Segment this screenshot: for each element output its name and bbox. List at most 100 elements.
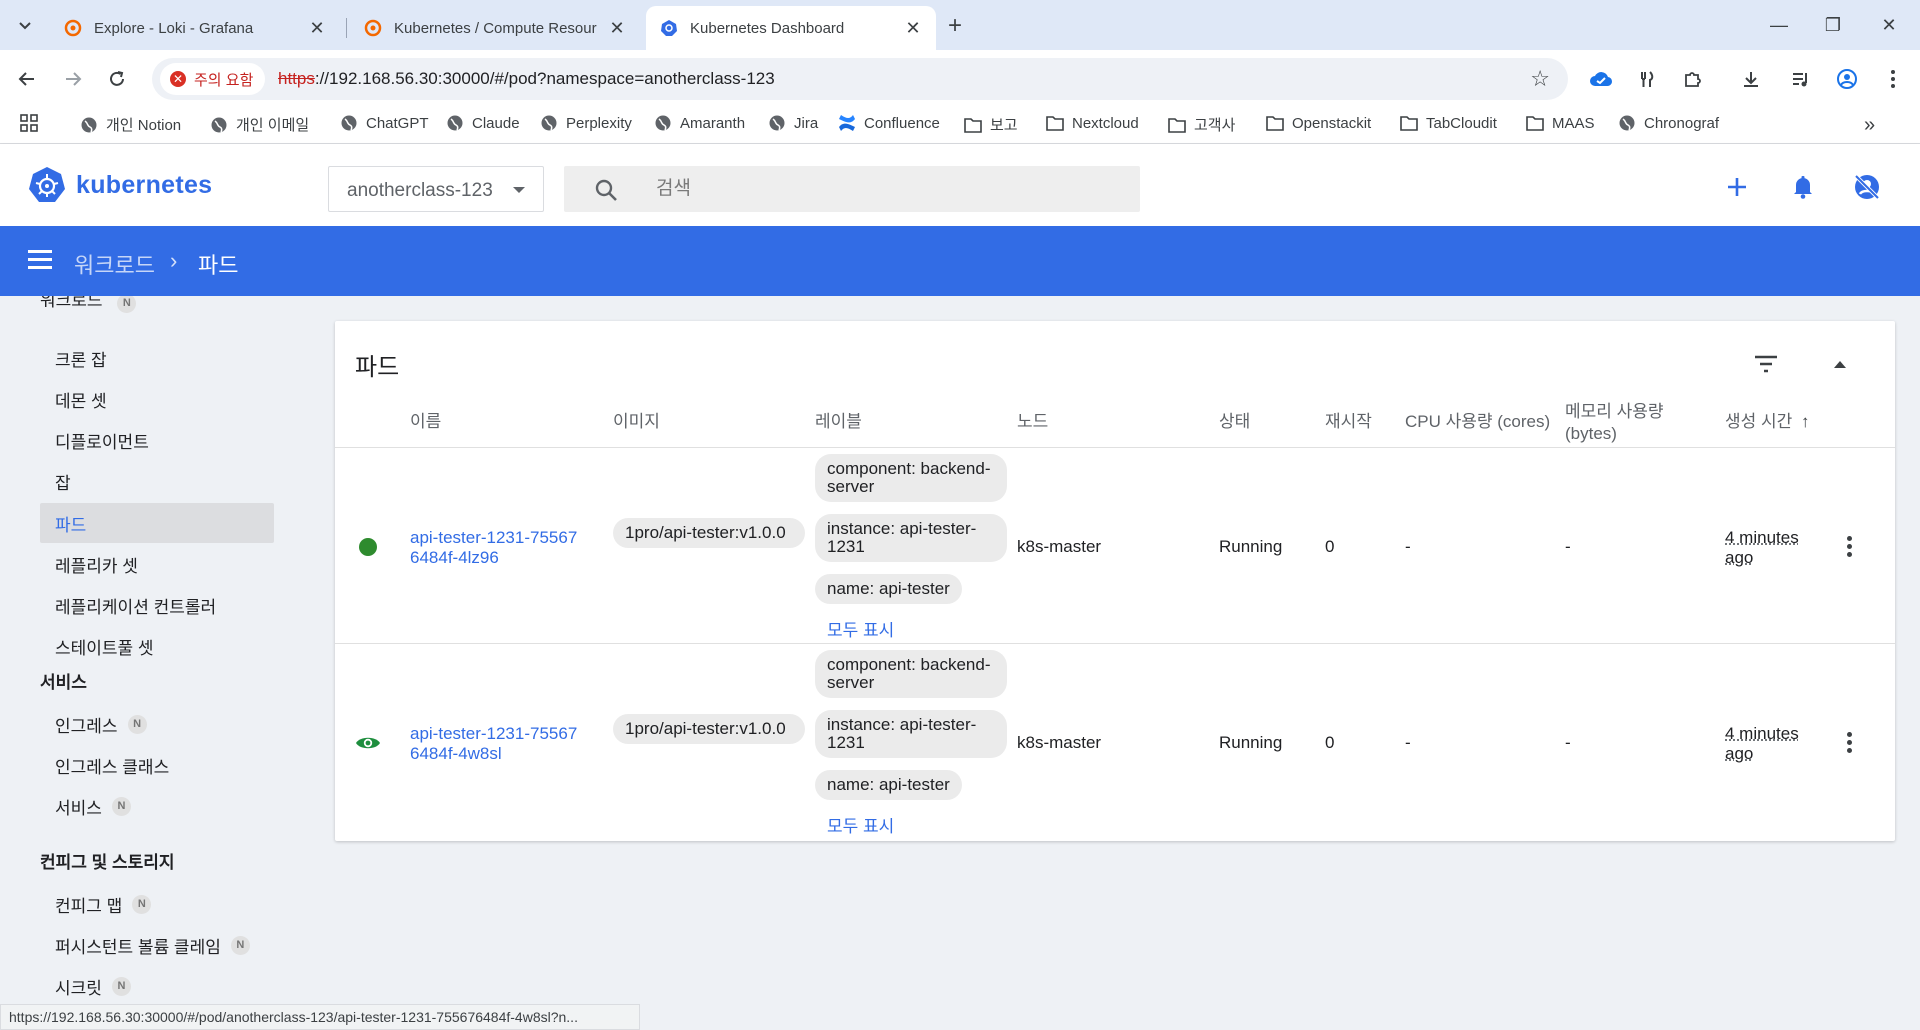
tab-search-button[interactable] — [10, 10, 40, 40]
sidebar-item-replicasets[interactable]: 레플리카 셋 — [40, 544, 274, 584]
node-cell[interactable]: k8s-master — [1017, 537, 1101, 557]
apps-grid-button[interactable] — [20, 114, 38, 132]
bookmark-label: Jira — [794, 114, 819, 132]
bookmark-item[interactable]: TabCloudit — [1400, 114, 1497, 132]
bookmark-item[interactable]: 개인 Notion — [80, 114, 181, 135]
reload-button[interactable] — [102, 64, 132, 94]
forward-button[interactable] — [58, 64, 88, 94]
column-header-node[interactable]: 노드 — [1017, 411, 1048, 433]
bookmark-item[interactable]: 보고 — [964, 114, 1018, 135]
security-warning-label: 주의 요함 — [194, 71, 254, 89]
bookmark-item[interactable]: 고객사 — [1168, 114, 1235, 135]
namespace-selector[interactable]: anotherclass-123 — [328, 166, 544, 212]
download-icon[interactable] — [1738, 66, 1764, 92]
bookmark-item[interactable]: MAAS — [1526, 114, 1595, 132]
window-close-button[interactable]: ✕ — [1866, 8, 1912, 42]
sidebar-item-jobs[interactable]: 잡 — [40, 461, 274, 501]
bookmark-item[interactable]: Confluence — [838, 114, 940, 132]
age-line2: ago — [1725, 744, 1754, 763]
puzzle-icon[interactable] — [1680, 66, 1706, 92]
tab-grafana-compute[interactable]: Kubernetes / Compute Resour ✕ — [350, 6, 640, 50]
row-actions-menu-icon[interactable] — [1847, 536, 1855, 560]
tab-kubernetes-dashboard[interactable]: Kubernetes Dashboard ✕ — [646, 6, 936, 50]
bookmark-item[interactable]: ChatGPT — [340, 114, 429, 132]
close-icon[interactable]: ✕ — [308, 18, 326, 39]
show-all-labels-link[interactable]: 모두 표시 — [827, 616, 894, 641]
show-all-labels-link[interactable]: 모두 표시 — [827, 812, 894, 837]
column-header-status[interactable]: 상태 — [1219, 411, 1250, 433]
bookmark-item[interactable]: Amaranth — [654, 114, 745, 132]
sidebar-item-ingress-classes[interactable]: 인그레스 클래스 — [40, 745, 274, 785]
running-dot-icon — [359, 538, 377, 556]
profile-icon[interactable] — [1834, 66, 1860, 92]
tab-grafana-loki[interactable]: Explore - Loki - Grafana ✕ — [50, 6, 340, 50]
kubernetes-logo[interactable]: kubernetes — [28, 166, 212, 204]
media-queue-icon[interactable] — [1788, 66, 1814, 92]
sidebar-item-secrets[interactable]: 시크릿 N — [40, 966, 274, 1006]
sidebar-item-services[interactable]: 서비스 N — [40, 786, 274, 826]
sidebar-item-pvcs[interactable]: 퍼시스턴트 볼륨 클레임 N — [40, 925, 274, 965]
close-icon[interactable]: ✕ — [904, 18, 922, 39]
sidebar-heading-config-storage[interactable]: 컨피그 및 스토리지 — [40, 848, 175, 873]
bookmark-item[interactable]: Chronograf — [1618, 114, 1719, 132]
folder-icon — [1400, 114, 1418, 132]
filter-button[interactable] — [1751, 349, 1781, 379]
security-warning-chip[interactable]: ✕ 주의 요함 — [160, 63, 266, 95]
eye-icon[interactable] — [355, 735, 381, 751]
bookmarks-overflow-icon[interactable]: » — [1864, 114, 1875, 137]
bookmark-item[interactable]: Jira — [768, 114, 818, 132]
account-button[interactable] — [1852, 172, 1882, 202]
column-header-name[interactable]: 이름 — [410, 411, 441, 433]
row-actions-menu-icon[interactable] — [1847, 732, 1855, 756]
search-input[interactable] — [656, 174, 1096, 204]
breadcrumb-parent[interactable]: 워크로드 — [74, 248, 155, 280]
tab-title: Kubernetes / Compute Resour — [394, 19, 597, 37]
confluence-icon — [838, 114, 856, 132]
url-text[interactable]: https://192.168.56.30:30000/#/pod?namesp… — [278, 69, 775, 89]
node-cell[interactable]: k8s-master — [1017, 733, 1101, 753]
bookmark-item[interactable]: Claude — [446, 114, 520, 132]
minimize-button[interactable]: — — [1756, 8, 1802, 42]
bookmark-item[interactable]: 개인 이메일 — [210, 114, 309, 135]
notifications-button[interactable] — [1788, 172, 1818, 202]
sidebar-item-daemonsets[interactable]: 데몬 셋 — [40, 379, 274, 419]
search-box — [564, 166, 1140, 212]
globe-icon — [654, 114, 672, 132]
create-resource-button[interactable] — [1722, 172, 1752, 202]
cloud-extension-icon[interactable] — [1588, 66, 1614, 92]
column-header-cpu: CPU 사용량 (cores) — [1405, 412, 1551, 431]
browser-toolbar: ✕ 주의 요함 https://192.168.56.30:30000/#/po… — [0, 50, 1920, 106]
bookmark-item[interactable]: Perplexity — [540, 114, 632, 132]
sort-arrow-up-icon: ↑ — [1801, 412, 1810, 431]
sidebar-item-label: 인그레스 — [55, 716, 118, 736]
table-row[interactable]: api-tester-1231-755676484f-4lz96 1pro/ap… — [335, 447, 1895, 643]
bookmark-item[interactable]: Nextcloud — [1046, 114, 1139, 132]
new-tab-button[interactable]: + — [948, 12, 962, 40]
sidebar-heading-services[interactable]: 서비스 — [40, 668, 87, 693]
column-header-created[interactable]: 생성 시간 ↑ — [1725, 411, 1810, 433]
folder-icon — [1046, 114, 1064, 132]
bookmark-item[interactable]: Openstackit — [1266, 114, 1371, 132]
extension-icon[interactable] — [1634, 66, 1660, 92]
pod-name-link[interactable]: api-tester-1231-755676484f-4lz96 — [410, 528, 580, 568]
sidebar-item-replication-controllers[interactable]: 레플리케이션 컨트롤러 — [40, 585, 274, 625]
bookmark-label: MAAS — [1552, 114, 1595, 132]
back-button[interactable] — [12, 64, 42, 94]
close-icon[interactable]: ✕ — [608, 18, 626, 39]
sidebar-item-pods[interactable]: 파드 — [40, 503, 274, 543]
sidebar-item-cronjobs[interactable]: 크론 잡 — [40, 338, 274, 378]
label-chip: name: api-tester — [815, 770, 962, 800]
sidebar-item-deployments[interactable]: 디플로이먼트 — [40, 420, 274, 460]
sidebar-item-configmaps[interactable]: 컨피그 맵 N — [40, 884, 274, 924]
bookmark-star-icon[interactable]: ☆ — [1530, 66, 1550, 92]
sidebar-item-ingresses[interactable]: 인그레스 N — [40, 704, 274, 744]
restore-button[interactable]: ❐ — [1810, 8, 1856, 42]
more-menu-icon[interactable] — [1880, 66, 1906, 92]
menu-icon[interactable] — [28, 250, 52, 270]
sidebar-item-statefulsets[interactable]: 스테이트풀 셋 — [40, 626, 274, 666]
address-bar[interactable]: ✕ 주의 요함 https://192.168.56.30:30000/#/po… — [152, 58, 1568, 100]
pods-card: 파드 이름 이미지 레이블 노드 상태 재시작 CPU 사용량 (cores) … — [335, 321, 1895, 841]
pod-name-link[interactable]: api-tester-1231-755676484f-4w8sl — [410, 724, 580, 764]
table-row[interactable]: api-tester-1231-755676484f-4w8sl 1pro/ap… — [335, 643, 1895, 839]
collapse-button[interactable] — [1825, 349, 1855, 379]
